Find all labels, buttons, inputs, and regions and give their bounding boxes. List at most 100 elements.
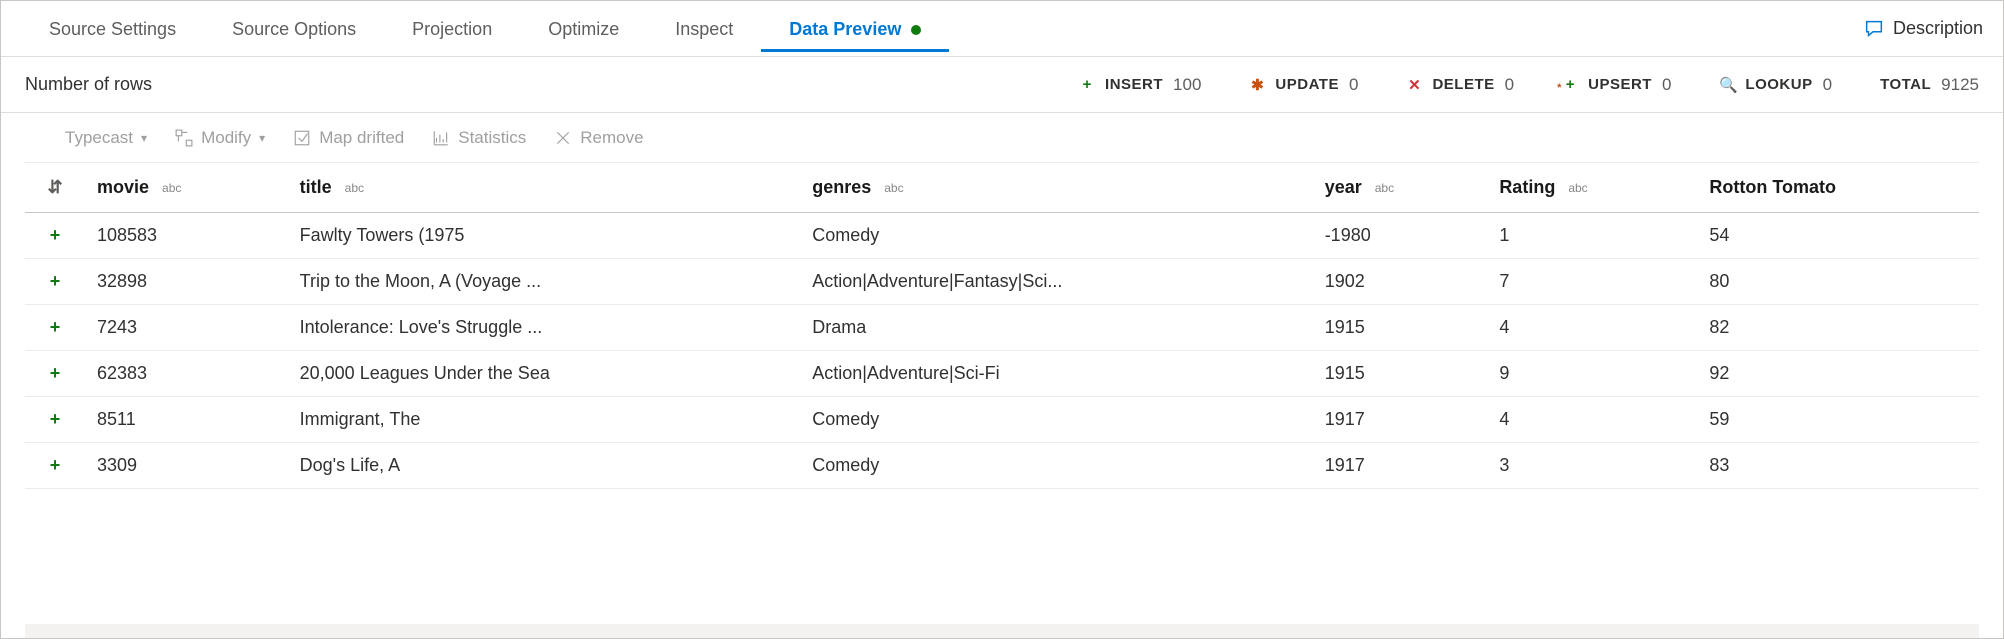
tab-bar: Source Settings Source Options Projectio… (1, 1, 2003, 57)
stat-label: LOOKUP (1745, 76, 1812, 93)
remove-icon (554, 129, 572, 147)
table-row[interactable]: +6238320,000 Leagues Under the SeaAction… (25, 351, 1979, 397)
table-row[interactable]: +8511Immigrant, TheComedy1917459 (25, 397, 1979, 443)
remove-button[interactable]: Remove (554, 128, 643, 148)
stat-value: 0 (1505, 75, 1514, 95)
stat-label: UPDATE (1275, 76, 1339, 93)
cell-title: Fawlty Towers (1975 (288, 213, 801, 259)
comment-icon (1863, 18, 1885, 40)
tab-data-preview[interactable]: Data Preview (761, 5, 949, 52)
cell-rotten: 83 (1697, 443, 1979, 489)
cell-movie: 8511 (85, 397, 288, 443)
button-label: Typecast (65, 128, 133, 148)
table-row[interactable]: +108583Fawlty Towers (1975Comedy-1980154 (25, 213, 1979, 259)
stat-insert: + INSERT 100 (1079, 75, 1201, 95)
toolbar: Typecast Modify Map drifted Statistics R… (25, 113, 1979, 163)
column-type: abc (1375, 181, 1394, 195)
row-insert-icon: + (25, 397, 85, 443)
cell-movie: 3309 (85, 443, 288, 489)
upsert-icon: + (1562, 76, 1578, 93)
typecast-button[interactable]: Typecast (65, 128, 147, 148)
button-label: Remove (580, 128, 643, 148)
map-drifted-button[interactable]: Map drifted (293, 128, 404, 148)
cell-rotten: 82 (1697, 305, 1979, 351)
cell-title: Trip to the Moon, A (Voyage ... (288, 259, 801, 305)
column-type: abc (345, 181, 364, 195)
column-type: abc (884, 181, 903, 195)
button-label: Map drifted (319, 128, 404, 148)
row-insert-icon: + (25, 213, 85, 259)
column-name: Rotton Tomato (1709, 177, 1836, 197)
tab-label: Data Preview (789, 19, 901, 40)
data-table: ⇵ movie abc title abc genres abc year (25, 163, 1979, 489)
cell-rating: 9 (1487, 351, 1697, 397)
cell-genres: Comedy (800, 397, 1312, 443)
x-icon: ✕ (1406, 76, 1422, 94)
stats-bar: Number of rows + INSERT 100 ✱ UPDATE 0 ✕… (1, 57, 2003, 113)
stat-label: UPSERT (1588, 76, 1652, 93)
tab-inspect[interactable]: Inspect (647, 5, 761, 52)
column-header-rating[interactable]: Rating abc (1487, 163, 1697, 213)
column-name: movie (97, 177, 149, 197)
modify-button[interactable]: Modify (175, 128, 265, 148)
stat-total: TOTAL 9125 (1880, 75, 1979, 95)
button-label: Statistics (458, 128, 526, 148)
cell-rotten: 54 (1697, 213, 1979, 259)
cell-year: 1915 (1313, 351, 1488, 397)
statistics-button[interactable]: Statistics (432, 128, 526, 148)
cell-genres: Drama (800, 305, 1312, 351)
cell-rotten: 59 (1697, 397, 1979, 443)
table-row[interactable]: +32898Trip to the Moon, A (Voyage ...Act… (25, 259, 1979, 305)
asterisk-icon: ✱ (1249, 76, 1265, 94)
cell-rating: 3 (1487, 443, 1697, 489)
cell-year: 1902 (1313, 259, 1488, 305)
description-link[interactable]: Description (1863, 18, 1983, 40)
sort-column-header[interactable]: ⇵ (25, 163, 85, 213)
row-insert-icon: + (25, 305, 85, 351)
table-row[interactable]: +3309Dog's Life, AComedy1917383 (25, 443, 1979, 489)
row-insert-icon: + (25, 443, 85, 489)
cell-rating: 1 (1487, 213, 1697, 259)
cell-rating: 4 (1487, 305, 1697, 351)
stat-delete: ✕ DELETE 0 (1406, 75, 1514, 95)
cell-genres: Comedy (800, 443, 1312, 489)
row-insert-icon: + (25, 351, 85, 397)
cell-genres: Comedy (800, 213, 1312, 259)
stat-value: 9125 (1941, 75, 1979, 95)
table-row[interactable]: +7243Intolerance: Love's Struggle ...Dra… (25, 305, 1979, 351)
description-label: Description (1893, 18, 1983, 39)
tab-optimize[interactable]: Optimize (520, 5, 647, 52)
column-name: title (300, 177, 332, 197)
column-header-rotten[interactable]: Rotton Tomato (1697, 163, 1979, 213)
tab-projection[interactable]: Projection (384, 5, 520, 52)
column-name: Rating (1499, 177, 1555, 197)
cell-year: -1980 (1313, 213, 1488, 259)
stat-upsert: + UPSERT 0 (1562, 75, 1671, 95)
column-header-year[interactable]: year abc (1313, 163, 1488, 213)
cell-genres: Action|Adventure|Fantasy|Sci... (800, 259, 1312, 305)
cell-rotten: 92 (1697, 351, 1979, 397)
column-type: abc (1568, 181, 1587, 195)
map-drifted-icon (293, 129, 311, 147)
cell-title: Intolerance: Love's Struggle ... (288, 305, 801, 351)
cell-title: 20,000 Leagues Under the Sea (288, 351, 801, 397)
stat-value: 0 (1662, 75, 1671, 95)
column-header-title[interactable]: title abc (288, 163, 801, 213)
cell-rating: 7 (1487, 259, 1697, 305)
cell-movie: 7243 (85, 305, 288, 351)
modify-icon (175, 129, 193, 147)
column-name: genres (812, 177, 871, 197)
column-header-movie[interactable]: movie abc (85, 163, 288, 213)
cell-year: 1917 (1313, 443, 1488, 489)
cell-title: Immigrant, The (288, 397, 801, 443)
stat-value: 100 (1173, 75, 1201, 95)
tab-source-options[interactable]: Source Options (204, 5, 384, 52)
cell-title: Dog's Life, A (288, 443, 801, 489)
column-header-genres[interactable]: genres abc (800, 163, 1312, 213)
column-name: year (1325, 177, 1362, 197)
status-dot-icon (911, 25, 921, 35)
tab-source-settings[interactable]: Source Settings (21, 5, 204, 52)
stat-lookup: 🔍 LOOKUP 0 (1719, 75, 1832, 95)
horizontal-scrollbar[interactable] (25, 624, 1979, 638)
statistics-icon (432, 129, 450, 147)
